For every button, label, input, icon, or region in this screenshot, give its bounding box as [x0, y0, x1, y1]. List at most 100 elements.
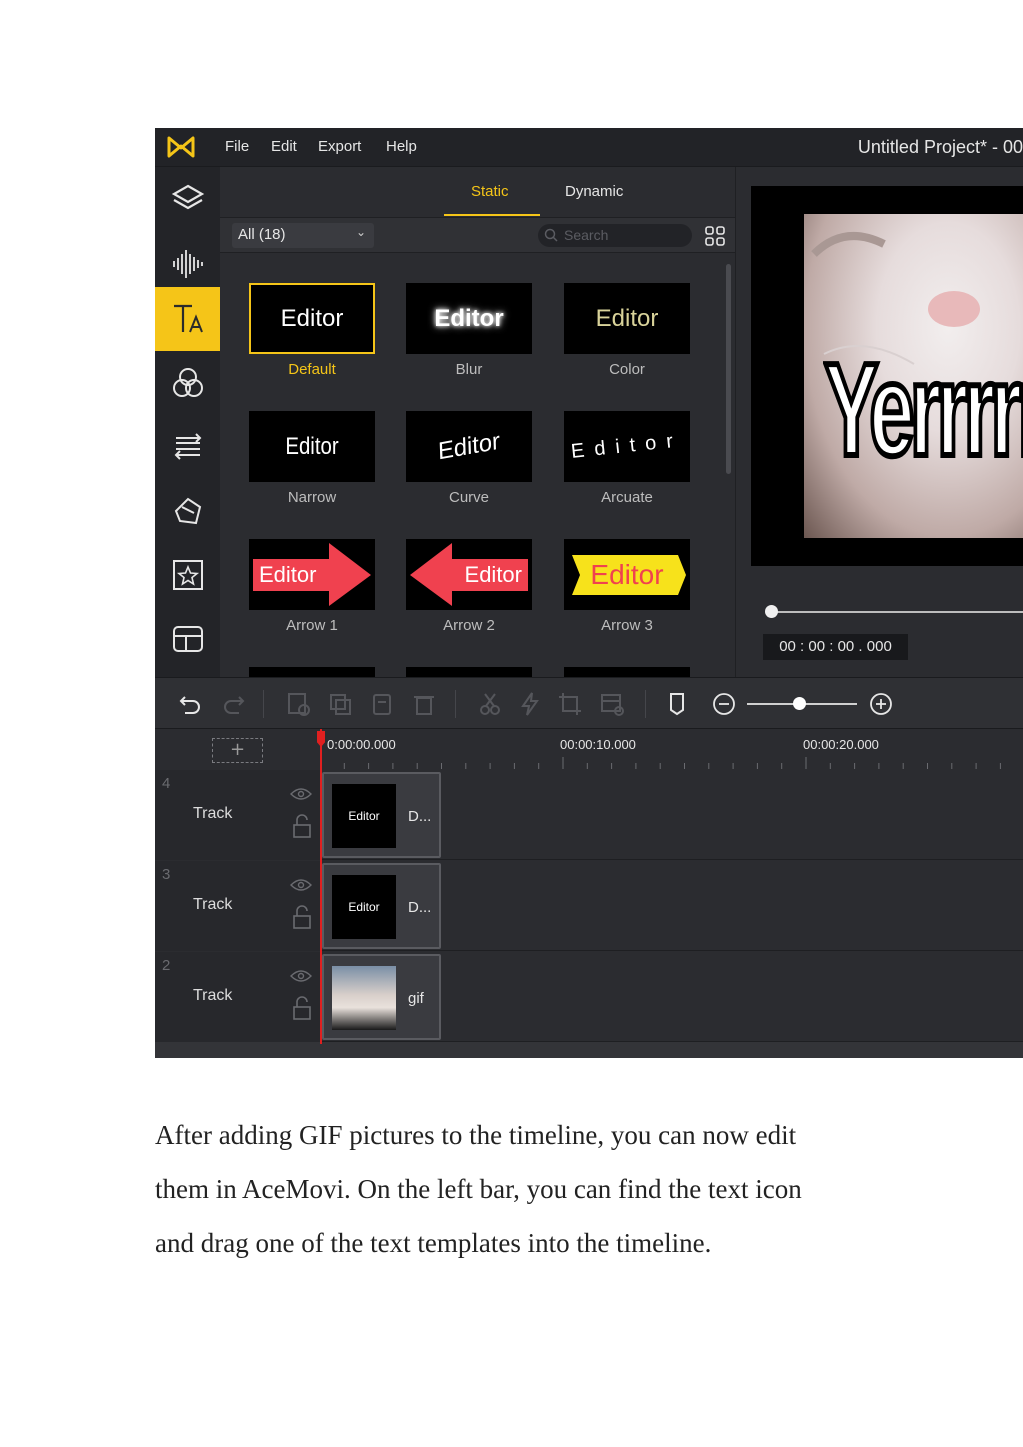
zoom-in-icon[interactable]: [868, 691, 894, 717]
paragraph-line: and drag one of the text templates into …: [155, 1228, 712, 1258]
timeline-bottom-bar: [155, 1042, 1023, 1058]
rail-media-button[interactable]: [155, 167, 220, 231]
template-color[interactable]: Editor: [564, 283, 690, 354]
template-preview-text: Editor: [280, 304, 344, 332]
template-preview-text: Editor: [259, 561, 317, 587]
paragraph-line: them in AceMovi. On the left bar, you ca…: [155, 1174, 802, 1204]
window-title: Untitled Project* - 00: [857, 137, 1023, 157]
rail-transitions-button[interactable]: [155, 415, 220, 479]
delete-clip-icon[interactable]: [285, 691, 311, 717]
grid-view-icon[interactable]: [704, 225, 726, 247]
track-header: 2 Track: [155, 952, 320, 1042]
scissors-icon[interactable]: [477, 691, 503, 717]
template-partial[interactable]: [564, 667, 690, 677]
ruler-ticks: [320, 757, 1001, 769]
playhead[interactable]: [320, 729, 322, 1044]
timecode-display: 00 : 00 : 00 . 000: [763, 634, 908, 660]
eye-icon[interactable]: [290, 969, 312, 983]
app-logo-icon: [167, 136, 195, 158]
track-header: 3 Track: [155, 861, 320, 951]
gif-clip[interactable]: gif: [322, 954, 441, 1040]
tab-dynamic[interactable]: Dynamic: [565, 183, 623, 200]
template-default[interactable]: Editor: [249, 283, 375, 354]
eye-icon[interactable]: [290, 878, 312, 892]
ruler-tick-label: 00:00:10.000: [560, 737, 636, 752]
template-curve[interactable]: Editor: [406, 411, 532, 482]
lightning-icon[interactable]: [517, 691, 543, 717]
text-clip[interactable]: Editor D...: [322, 863, 441, 949]
menu-help[interactable]: Help: [386, 138, 417, 155]
clip-label: gif: [408, 990, 424, 1007]
rail-elements-button[interactable]: [155, 479, 220, 543]
menu-file[interactable]: File: [225, 138, 249, 155]
lock-icon[interactable]: [292, 814, 312, 838]
zoom-slider-knob[interactable]: [793, 697, 806, 710]
playback-slider-knob[interactable]: [765, 605, 778, 618]
track-name: Track: [193, 987, 233, 1004]
paste-icon[interactable]: [369, 691, 395, 717]
scroll-thumb[interactable]: [726, 264, 731, 474]
undo-icon[interactable]: [177, 691, 203, 717]
template-preview-text: Editor: [595, 304, 659, 332]
track-name: Track: [193, 805, 233, 822]
playback-slider[interactable]: [770, 611, 1023, 613]
toolbar-divider: [455, 690, 456, 718]
marker-icon[interactable]: [664, 691, 690, 717]
rail-text-button[interactable]: [155, 287, 220, 351]
mosaic-icon[interactable]: [599, 691, 625, 717]
track-number: 2: [162, 957, 171, 974]
template-label: Narrow: [287, 489, 337, 506]
template-arrow-2[interactable]: Editor: [406, 539, 532, 610]
library-scrollbar[interactable]: [726, 264, 731, 664]
template-label: Curve: [448, 489, 489, 506]
rail-stickers-button[interactable]: [155, 543, 220, 607]
menu-edit[interactable]: Edit: [271, 138, 297, 155]
template-label: Arrow 1: [286, 617, 338, 634]
zoom-out-icon[interactable]: [711, 691, 737, 717]
clip-thumbnail: Editor: [332, 875, 396, 939]
template-preview-text: Editor: [434, 304, 504, 332]
template-partial[interactable]: [249, 667, 375, 677]
clip-label: D...: [408, 808, 432, 825]
preview-caption-text: Yerrrrr: [822, 333, 1023, 486]
eye-icon[interactable]: [290, 787, 312, 801]
template-label: Arcuate: [601, 489, 653, 506]
elements-icon: [174, 497, 201, 525]
active-tab-indicator: [444, 214, 540, 216]
template-preview-text: Editor: [464, 561, 522, 587]
template-narrow[interactable]: Editor: [249, 411, 375, 482]
filter-bar: All (18) ⌄ Search: [220, 217, 735, 253]
add-track-button[interactable]: +: [212, 738, 263, 763]
template-arrow-3[interactable]: Editor: [564, 539, 690, 610]
text-clip[interactable]: Editor D...: [322, 772, 441, 858]
rail-templates-button[interactable]: [155, 607, 220, 671]
left-toolbar: [155, 167, 220, 677]
template-label: Blur: [455, 361, 483, 378]
redo-icon[interactable]: [221, 691, 247, 717]
track-row: 4 Track Editor D...: [155, 770, 1023, 860]
lock-icon[interactable]: [292, 905, 312, 929]
preview-gif-frame: Yerrrrr: [804, 214, 1023, 538]
template-arrow-1[interactable]: Editor: [249, 539, 375, 610]
menu-bar: File Edit Export Help Untitled Project* …: [155, 128, 1023, 167]
crop-icon[interactable]: [557, 691, 583, 717]
template-preview-text: Editor: [285, 432, 339, 460]
template-layout-icon: [172, 626, 203, 652]
template-label: Color: [609, 361, 645, 378]
template-preview-text: Editor: [569, 429, 684, 463]
template-arcuate[interactable]: Editor: [564, 411, 690, 482]
lock-icon[interactable]: [292, 996, 312, 1020]
category-dropdown[interactable]: All (18) ⌄: [232, 223, 374, 248]
menu-export[interactable]: Export: [318, 138, 361, 155]
template-blur[interactable]: Editor: [406, 283, 532, 354]
timeline-ruler: + 0:00:00.000 00:00:10.000 00:00:20.000: [155, 729, 1023, 769]
copy-icon[interactable]: [327, 691, 353, 717]
rail-audio-button[interactable]: [155, 231, 220, 295]
trash-icon[interactable]: [411, 691, 437, 717]
ruler-tick-label: 0:00:00.000: [327, 737, 396, 752]
rail-filters-button[interactable]: [155, 351, 220, 415]
search-input[interactable]: Search: [538, 224, 692, 247]
template-partial[interactable]: [406, 667, 532, 677]
tab-static[interactable]: Static: [471, 183, 509, 200]
track-header: 4 Track: [155, 770, 320, 860]
